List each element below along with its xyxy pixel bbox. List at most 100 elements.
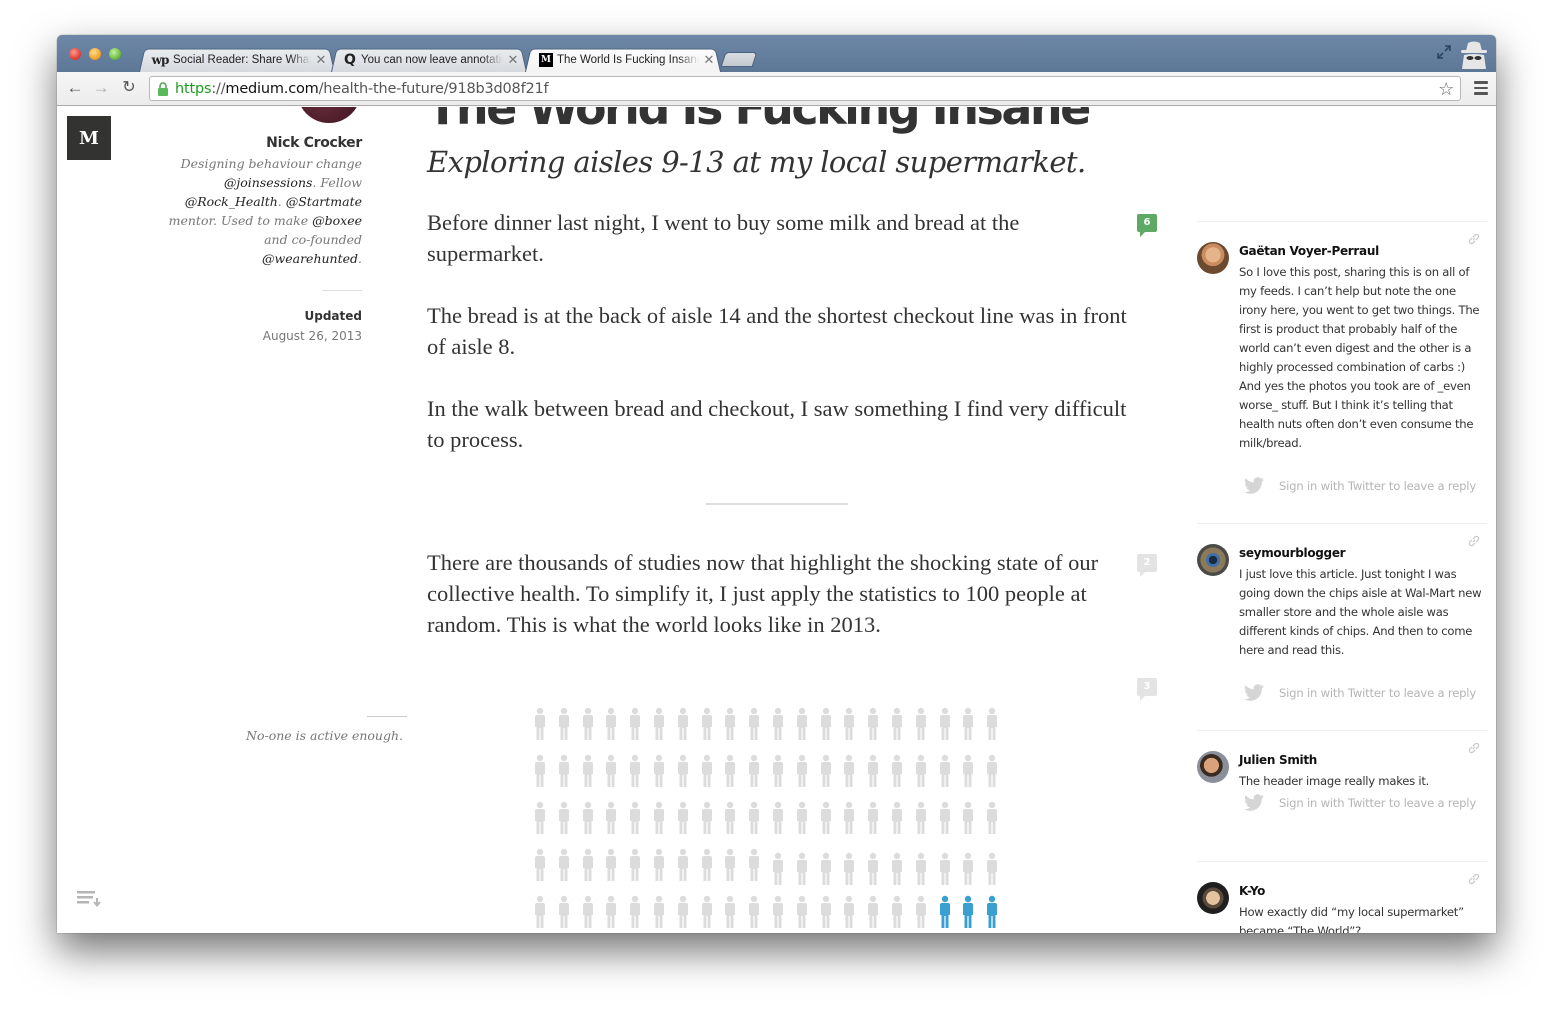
twitter-reply-prompt[interactable]: Sign in with Twitter to leave a reply — [1243, 794, 1476, 812]
person-icon — [914, 754, 928, 788]
commenter-avatar[interactable] — [1197, 751, 1229, 783]
tab-world-insane[interactable]: M The World Is Fucking Insane ✕ — [531, 47, 721, 72]
person-icon-highlighted — [938, 895, 952, 929]
tab-title: Social Reader: Share What You Read — [173, 53, 311, 66]
person-icon — [628, 754, 642, 788]
zoom-window-button[interactable] — [109, 48, 121, 60]
person-icon — [747, 848, 761, 882]
person-icon — [842, 754, 856, 788]
person-icon — [795, 801, 809, 835]
note-count-bubble[interactable]: 6 — [1137, 214, 1157, 237]
hamburger-menu-icon[interactable] — [1474, 81, 1488, 98]
bookmark-star-icon[interactable]: ☆ — [1438, 79, 1454, 100]
person-icon — [557, 754, 571, 788]
person-icon — [938, 852, 952, 886]
close-tab-icon[interactable]: ✕ — [703, 52, 715, 68]
person-icon — [890, 852, 904, 886]
back-arrow-icon[interactable]: ← — [65, 78, 85, 98]
twitter-handle-link[interactable]: @joinsessions — [224, 175, 313, 190]
tab-title: You can now leave annotations — [361, 53, 503, 66]
person-icon — [819, 707, 833, 741]
person-icon — [866, 801, 880, 835]
person-icon — [652, 801, 666, 835]
bio-text: . — [358, 251, 362, 266]
wp-logo-icon: wp — [151, 52, 170, 67]
new-tab-button[interactable] — [720, 52, 758, 67]
link-icon[interactable] — [1467, 232, 1481, 246]
reading-list-icon[interactable] — [76, 889, 104, 909]
close-window-button[interactable] — [69, 48, 81, 60]
person-icon — [914, 707, 928, 741]
close-tab-icon[interactable]: ✕ — [315, 52, 327, 68]
link-icon[interactable] — [1467, 872, 1481, 886]
person-icon — [604, 848, 618, 882]
url-scheme: https — [175, 80, 212, 97]
twitter-handle-link[interactable]: @wearehunted — [262, 251, 358, 266]
person-icon — [771, 754, 785, 788]
twitter-bird-icon — [1244, 794, 1264, 811]
medium-logo[interactable]: M — [67, 116, 111, 160]
note-count-bubble[interactable]: 2 — [1137, 554, 1157, 577]
person-icon — [723, 801, 737, 835]
person-icon — [914, 852, 928, 886]
person-icon — [676, 707, 690, 741]
tab-social-reader[interactable]: wp Social Reader: Share What You Read ✕ — [143, 47, 333, 72]
comment-author[interactable]: seymourblogger — [1239, 546, 1346, 560]
commenter-avatar[interactable] — [1197, 544, 1229, 576]
tab-annotations[interactable]: Q You can now leave annotations ✕ — [335, 47, 525, 72]
comment-text: So I love this post, sharing this is on … — [1239, 265, 1480, 450]
person-icon — [676, 754, 690, 788]
twitter-handle-link[interactable]: @Startmate — [286, 194, 362, 209]
fullscreen-icon[interactable] — [1436, 44, 1452, 60]
comment: seymourblogger I just love this article.… — [1197, 523, 1487, 730]
twitter-handle-link[interactable]: @boxee — [312, 213, 362, 228]
person-icon — [985, 801, 999, 835]
person-icon — [819, 895, 833, 929]
author-block: Nick Crocker Designing behaviour change … — [162, 135, 363, 343]
comment-author[interactable]: Julien Smith — [1239, 753, 1317, 767]
commenter-avatar[interactable] — [1197, 242, 1229, 274]
bio-text: and co-founded — [264, 232, 362, 247]
minimize-window-button[interactable] — [89, 48, 101, 60]
person-icon — [771, 801, 785, 835]
person-icon — [723, 707, 737, 741]
note-count-bubble[interactable]: 3 — [1137, 678, 1157, 701]
section-divider — [706, 503, 848, 505]
comment-author[interactable]: Gaëtan Voyer-Perraul — [1239, 244, 1379, 258]
person-icon — [700, 848, 714, 882]
person-icon — [842, 895, 856, 929]
link-icon[interactable] — [1467, 534, 1481, 548]
reply-prompt-text: Sign in with Twitter to leave a reply — [1279, 686, 1476, 700]
reload-icon[interactable]: ↻ — [119, 78, 139, 98]
author-avatar[interactable] — [297, 107, 361, 123]
person-icon — [747, 895, 761, 929]
person-icon — [866, 754, 880, 788]
close-tab-icon[interactable]: ✕ — [507, 52, 519, 68]
twitter-handle-link[interactable]: @Rock_Health — [185, 194, 278, 209]
forward-arrow-icon[interactable]: → — [91, 78, 111, 98]
person-icon — [842, 852, 856, 886]
person-icon — [533, 707, 547, 741]
person-icon — [938, 801, 952, 835]
comment-text: I just love this article. Just tonight I… — [1239, 567, 1482, 657]
paragraph: There are thousands of studies now that … — [427, 550, 1099, 637]
person-icon — [652, 848, 666, 882]
browser-toolbar: ← → ↻ https :// medium.com /health-the-f… — [57, 72, 1496, 106]
author-name[interactable]: Nick Crocker — [162, 135, 362, 151]
person-icon — [961, 852, 975, 886]
comment-author[interactable]: K-Yo — [1239, 884, 1265, 898]
person-icon — [628, 801, 642, 835]
person-icon — [938, 707, 952, 741]
comment-text: The header image really makes it. — [1239, 774, 1430, 788]
link-icon[interactable] — [1467, 741, 1481, 755]
address-bar[interactable]: https :// medium.com /health-the-future/… — [149, 76, 1461, 101]
paragraph: In the walk between bread and checkout, … — [427, 396, 1127, 452]
person-icon — [628, 848, 642, 882]
person-icon — [652, 707, 666, 741]
commenter-avatar[interactable] — [1197, 882, 1229, 914]
bio-text: . Fellow — [312, 175, 362, 190]
twitter-reply-prompt[interactable]: Sign in with Twitter to leave a reply — [1243, 477, 1476, 495]
post-subtitle: Exploring aisles 9-13 at my local superm… — [427, 145, 1086, 179]
url-separator: :// — [211, 80, 226, 97]
twitter-reply-prompt[interactable]: Sign in with Twitter to leave a reply — [1243, 684, 1476, 702]
